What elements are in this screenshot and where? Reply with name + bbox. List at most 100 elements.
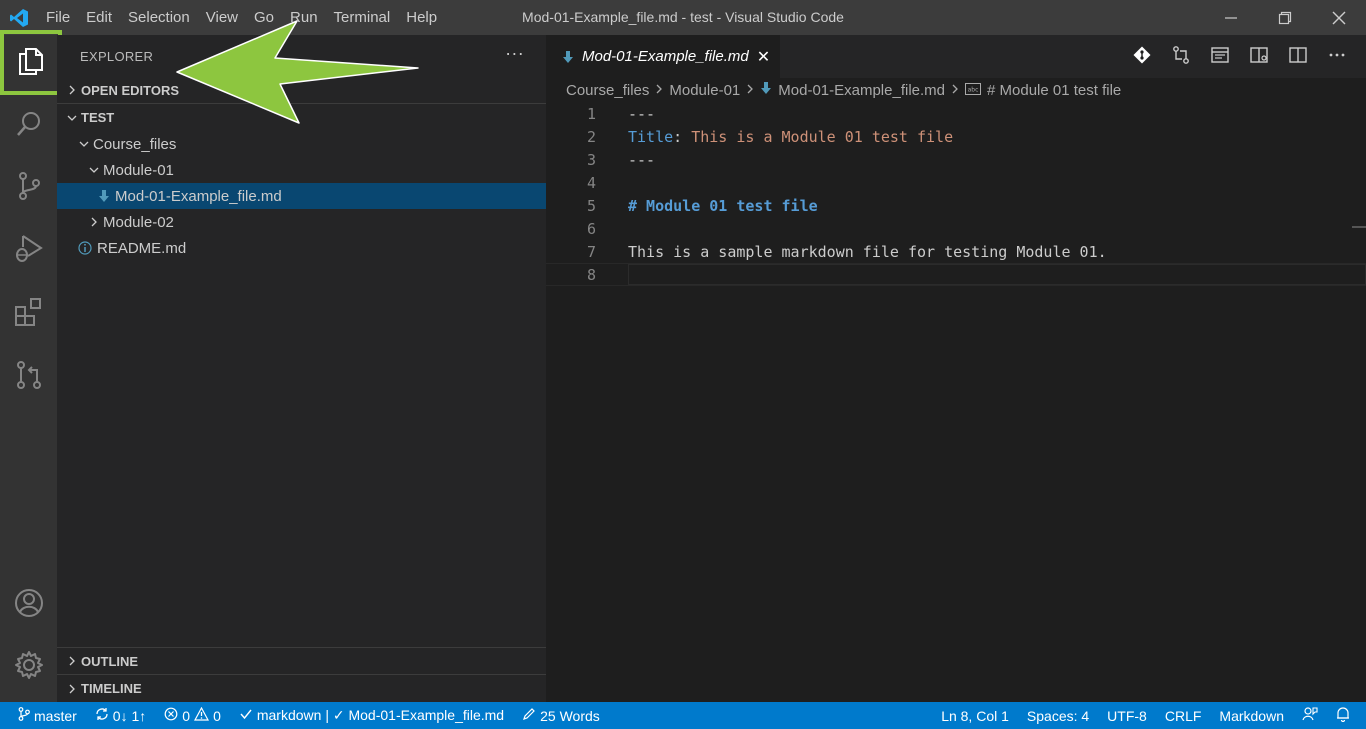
compare-icon — [1171, 45, 1191, 68]
line-number: 2 — [586, 127, 596, 146]
search-activity-button[interactable] — [0, 97, 57, 154]
cursor-position-status[interactable]: Ln 8, Col 1 — [932, 702, 1018, 729]
chevron-right-icon — [85, 217, 103, 227]
feedback-icon — [1302, 706, 1318, 725]
code-line: 4 — [546, 171, 1366, 194]
run-debug-activity-button[interactable] — [0, 221, 57, 278]
tab-label: Mod-01-Example_file.md — [582, 48, 749, 65]
line-number: 6 — [586, 219, 596, 238]
sidebar-bottom-sections: OUTLINE TIMELINE — [57, 647, 546, 702]
tree-folder-course-files[interactable]: Course_files — [57, 131, 546, 157]
encoding-status[interactable]: UTF-8 — [1098, 702, 1156, 729]
code-line: 6 — [546, 217, 1366, 240]
scrollbar-cursor-marker — [1352, 226, 1366, 228]
code-line: 7 This is a sample markdown file for tes… — [546, 240, 1366, 263]
line-number: 4 — [586, 173, 596, 192]
extensions-icon — [14, 297, 44, 330]
breadcrumb-item-module-01[interactable]: Module-01 — [669, 82, 740, 99]
problems-status[interactable]: 0 0 — [155, 702, 230, 729]
heading-text: # Module 01 test file — [628, 196, 818, 215]
extensions-activity-button[interactable] — [0, 285, 57, 342]
source-control-activity-button[interactable] — [0, 159, 57, 216]
pencil-icon — [522, 707, 536, 724]
editor-actions — [1122, 35, 1356, 78]
heading-symbol-icon: abc — [965, 82, 982, 99]
preview-side-icon — [1249, 45, 1269, 68]
open-preview-side-button[interactable] — [1239, 35, 1278, 78]
branch-status[interactable]: master — [0, 702, 86, 729]
tree-file-readme[interactable]: README.md — [57, 235, 546, 261]
code-editor[interactable]: 1 --- 2 Title: This is a Module 01 test … — [546, 102, 1366, 286]
compare-changes-button[interactable] — [1161, 35, 1200, 78]
warning-count: 0 — [213, 707, 221, 724]
ellipsis-icon — [1327, 45, 1347, 68]
tab-mod-01-example[interactable]: Mod-01-Example_file.md ✕ — [546, 35, 781, 78]
frontmatter-key: Title — [628, 127, 674, 146]
explorer-activity-button[interactable] — [0, 30, 62, 95]
language-mode-status[interactable]: Markdown — [1210, 702, 1293, 729]
workspace-label: TEST — [81, 110, 115, 125]
source-control-icon — [15, 171, 43, 204]
eol-status[interactable]: CRLF — [1156, 702, 1211, 729]
tree-folder-module-01[interactable]: Module-01 — [57, 157, 546, 183]
activity-bar — [0, 30, 62, 702]
line-number: 7 — [586, 242, 596, 261]
timeline-section[interactable]: TIMELINE — [57, 675, 546, 702]
error-count: 0 — [182, 707, 191, 724]
accounts-activity-button[interactable] — [0, 576, 57, 633]
code-line: 2 Title: This is a Module 01 test file — [546, 125, 1366, 148]
breadcrumb-item-course-files[interactable]: Course_files — [566, 82, 649, 99]
tree-folder-module-02[interactable]: Module-02 — [57, 209, 546, 235]
branch-name: master — [34, 707, 77, 724]
pull-request-icon — [15, 360, 43, 393]
outline-label: OUTLINE — [81, 653, 139, 669]
git-action-button[interactable] — [1122, 35, 1161, 78]
manage-activity-button[interactable] — [0, 638, 57, 695]
feedback-button[interactable] — [1293, 702, 1327, 729]
account-icon — [14, 588, 44, 621]
more-actions-button[interactable]: ··· — [505, 43, 524, 64]
tree-file-mod-01-example[interactable]: Mod-01-Example_file.md — [57, 183, 546, 209]
more-editor-actions-button[interactable] — [1317, 35, 1356, 78]
code-line: 3 --- — [546, 148, 1366, 171]
status-bar: master 0↓ 1↑ 0 0 markdown | ✓ Mod-01-Exa… — [0, 702, 1366, 729]
minimize-button[interactable] — [1204, 0, 1258, 35]
open-preview-button[interactable] — [1200, 35, 1239, 78]
split-editor-button[interactable] — [1278, 35, 1317, 78]
markdown-lint-status[interactable]: markdown | ✓ Mod-01-Example_file.md — [230, 702, 513, 729]
line-text: This is a sample markdown file for testi… — [628, 242, 1107, 261]
frontmatter-separator: : — [673, 127, 692, 146]
info-icon — [73, 241, 97, 255]
line-text: --- — [628, 150, 656, 169]
close-tab-button[interactable]: ✕ — [757, 47, 770, 67]
editor-tabs: Mod-01-Example_file.md ✕ — [546, 35, 1366, 78]
chevron-right-icon — [63, 85, 81, 95]
warning-icon — [194, 706, 210, 724]
breadcrumb: Course_files Module-01 Mod-01-Example_fi… — [546, 78, 1366, 102]
pull-requests-activity-button[interactable] — [0, 348, 57, 405]
frontmatter-value: This is a Module 01 test file — [691, 127, 954, 146]
word-count-status[interactable]: 25 Words — [513, 702, 609, 729]
indentation-status[interactable]: Spaces: 4 — [1018, 702, 1098, 729]
breadcrumb-item-heading[interactable]: # Module 01 test file — [987, 82, 1121, 99]
markdown-file-icon — [93, 189, 115, 203]
breadcrumb-item-file[interactable]: Mod-01-Example_file.md — [778, 82, 945, 99]
explorer-sidebar: EXPLORER ··· OPEN EDITORS TEST Course_fi… — [57, 35, 546, 702]
file-label: Mod-01-Example_file.md — [115, 187, 282, 205]
files-icon — [17, 46, 45, 79]
chevron-down-icon — [85, 165, 103, 175]
chevron-right-icon — [655, 82, 663, 99]
outline-section[interactable]: OUTLINE — [57, 648, 546, 675]
restore-button[interactable] — [1258, 0, 1312, 35]
timeline-label: TIMELINE — [81, 681, 142, 696]
menu-edit[interactable]: Edit — [78, 0, 120, 35]
git-branch-icon — [18, 707, 30, 724]
run-debug-icon — [14, 233, 44, 266]
line-number: 1 — [586, 104, 596, 123]
sync-status[interactable]: 0↓ 1↑ — [86, 702, 155, 729]
notifications-button[interactable] — [1327, 702, 1366, 729]
bell-icon — [1336, 706, 1350, 725]
close-window-button[interactable] — [1312, 0, 1366, 35]
svg-text:abc: abc — [968, 86, 979, 93]
code-line: 5 # Module 01 test file — [546, 194, 1366, 217]
